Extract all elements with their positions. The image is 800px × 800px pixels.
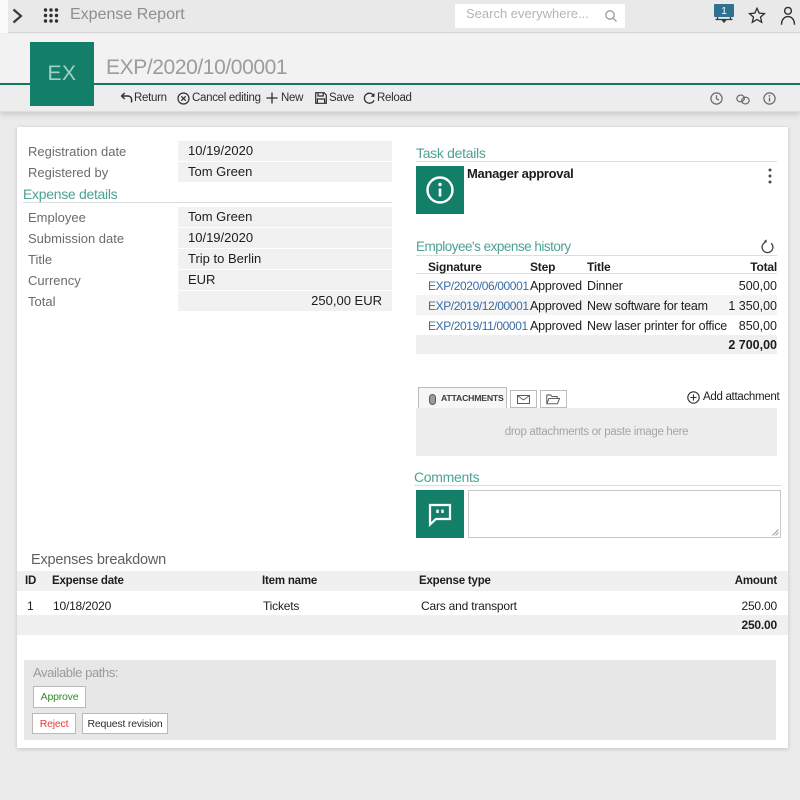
svg-text:1: 1 (721, 6, 727, 17)
